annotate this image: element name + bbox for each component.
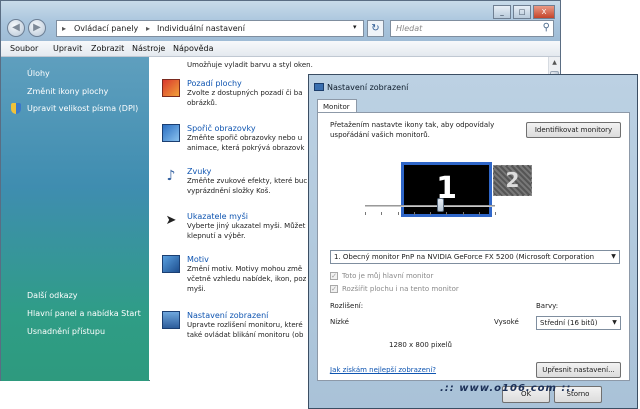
list-item: Pozadí plochy Zvolte z dostupných pozadí… — [187, 79, 302, 108]
address-separator: ▸ — [146, 24, 151, 33]
resolution-high-label: Vysoké — [494, 318, 519, 326]
sidebar-item-desktop-icons[interactable]: Změnit ikony plochy — [27, 87, 108, 96]
item-description: myši. — [187, 285, 206, 293]
menu-file[interactable]: Soubor — [10, 44, 38, 53]
item-description: vyprázdnění složky Koš. — [187, 187, 271, 195]
list-item: Zvuky Změňte zvukové efekty, které buc v… — [187, 167, 307, 196]
list-item: Spořič obrazovky Změňte spořič obrazovky… — [187, 124, 304, 153]
search-icon[interactable]: ⚲ — [543, 22, 550, 33]
dialog-title: Nastavení zobrazení — [327, 83, 409, 92]
address-bar[interactable]: ▸ Ovládací panely ▸ Individuální nastave… — [56, 20, 364, 37]
item-title[interactable]: Motiv — [187, 255, 306, 264]
item-description: klepnutí a výběr. — [187, 232, 246, 240]
identify-monitors-button[interactable]: Identifikovat monitory — [526, 122, 621, 138]
scroll-up-icon[interactable]: ▲ — [550, 59, 559, 69]
item-title[interactable]: Zvuky — [187, 167, 307, 176]
item-description: Umožňuje vyladit barvu a styl oken. — [187, 61, 313, 69]
item-description: Změňte spořič obrazovky nebo u — [187, 134, 303, 142]
sound-icon: ♪ — [166, 168, 176, 184]
menu-help[interactable]: Nápověda — [173, 44, 214, 53]
monitor-2-icon[interactable]: 2 — [493, 165, 532, 196]
resolution-low-label: Nízké — [330, 318, 349, 326]
search-input[interactable]: Hledat ⚲ — [390, 20, 554, 37]
screenshot: { "explorer": { "window_buttons": {"mini… — [0, 0, 640, 409]
display-settings-icon — [162, 311, 180, 329]
advanced-settings-button[interactable]: Upřesnit nastavení... — [536, 362, 621, 378]
monitor-select[interactable]: 1. Obecný monitor PnP na NVIDIA GeForce … — [330, 250, 620, 264]
desktop-background-icon — [162, 79, 180, 97]
colors-select-value: Střední (16 bitů) — [540, 319, 598, 327]
item-description: také ovládat blikání monitoru (ob — [187, 331, 304, 339]
item-description: Upravte rozlišení monitoru, které — [187, 321, 303, 329]
display-settings-dialog: Nastavení zobrazení Monitor Přetažením n… — [308, 74, 638, 409]
forward-arrow-icon[interactable]: ▶ — [28, 19, 46, 37]
instruction-line-2: uspořádání vašich monitorů. — [330, 131, 430, 139]
sidebar-item-taskbar[interactable]: Hlavní panel a nabídka Start — [27, 309, 141, 318]
list-item: Ukazatele myši Vyberte jiný ukazatel myš… — [187, 212, 305, 241]
monitor-1-icon[interactable]: 1 — [401, 162, 492, 217]
colors-label: Barvy: — [536, 302, 559, 310]
primary-monitor-label: Toto je můj hlavní monitor — [342, 272, 434, 280]
menu-tools[interactable]: Nástroje — [132, 44, 165, 53]
maximize-button[interactable]: □ — [513, 5, 531, 19]
title-bar: _ □ X ◀ ▶ ▸ Ovládací panely ▸ Individuál… — [1, 1, 560, 41]
tab-monitor[interactable]: Monitor — [317, 99, 357, 113]
resolution-label: Rozlišení: — [330, 302, 364, 310]
primary-monitor-checkbox[interactable]: ✓ — [330, 272, 338, 280]
item-description: Vyberte jiný ukazatel myši. Můžet — [187, 222, 306, 230]
menu-edit[interactable]: Upravit — [53, 44, 82, 53]
list-item: Nastavení zobrazení Upravte rozlišení mo… — [187, 311, 303, 340]
chevron-down-icon[interactable]: ▼ — [608, 251, 619, 263]
item-title[interactable]: Pozadí plochy — [187, 79, 302, 88]
item-title[interactable]: Nastavení zobrazení — [187, 311, 303, 320]
list-item: Motiv Změní motiv. Motivy mohou změ včet… — [187, 255, 306, 294]
extend-desktop-label: Rozšířit plochu i na tento monitor — [342, 285, 459, 293]
sidebar-item-dpi[interactable]: Upravit velikost písma (DPI) — [27, 104, 138, 113]
chevron-down-icon[interactable]: ▾ — [353, 23, 357, 31]
item-description: včetně vzhledu nabídek, ikon, poz — [187, 275, 307, 283]
task-sidebar: Úlohy Změnit ikony plochy Upravit veliko… — [1, 57, 149, 381]
mouse-pointer-icon: ➤ — [165, 213, 177, 228]
monitor-select-value: 1. Obecný monitor PnP na NVIDIA GeForce … — [334, 253, 595, 261]
close-button[interactable]: X — [533, 5, 555, 19]
item-title[interactable]: Spořič obrazovky — [187, 124, 304, 133]
colors-select[interactable]: Střední (16 bitů) ▼ — [536, 316, 621, 330]
extend-desktop-checkbox[interactable]: ✓ — [330, 285, 338, 293]
chevron-down-icon[interactable]: ▼ — [609, 317, 620, 329]
screensaver-icon — [162, 124, 180, 142]
theme-icon — [162, 255, 180, 273]
sidebar-heading-see-also: Další odkazy — [27, 291, 78, 300]
address-separator: ▸ — [62, 24, 67, 33]
item-description: Změní motiv. Motivy mohou změ — [187, 265, 303, 273]
menu-view[interactable]: Zobrazit — [91, 44, 124, 53]
instruction-line-1: Přetažením nastavte ikony tak, aby odpov… — [330, 121, 495, 129]
item-title[interactable]: Ukazatele myši — [187, 212, 305, 221]
shield-icon — [11, 103, 21, 114]
sidebar-item-accessibility[interactable]: Usnadnění přístupu — [27, 327, 105, 336]
item-description: Změňte zvukové efekty, které buc — [187, 177, 308, 185]
help-link[interactable]: Jak získám nejlepší zobrazení? — [330, 366, 436, 374]
breadcrumb-personalization[interactable]: Individuální nastavení — [157, 24, 245, 33]
item-description: animace, která pokrývá obrazovk — [187, 144, 305, 152]
monitor-tab-panel: Přetažením nastavte ikony tak, aby odpov… — [317, 112, 630, 381]
window-color-item: Umožňuje vyladit barvu a styl oken. — [187, 60, 313, 70]
watermark: .:: www.o106.com ::. — [440, 383, 577, 394]
refresh-icon[interactable]: ↻ — [367, 20, 384, 37]
breadcrumb-control-panel[interactable]: Ovládací panely — [74, 24, 138, 33]
item-description: obrázků. — [187, 99, 218, 107]
search-placeholder: Hledat — [396, 24, 423, 33]
minimize-button[interactable]: _ — [493, 5, 511, 19]
resolution-value: 1280 x 800 pixelů — [389, 341, 452, 349]
menu-bar: Soubor Upravit Zobrazit Nástroje Nápověd… — [1, 41, 560, 57]
sidebar-heading-tasks: Úlohy — [27, 69, 50, 78]
monitor-icon — [314, 83, 324, 91]
back-arrow-icon[interactable]: ◀ — [7, 19, 25, 37]
item-description: Zvolte z dostupných pozadí či ba — [187, 89, 303, 97]
